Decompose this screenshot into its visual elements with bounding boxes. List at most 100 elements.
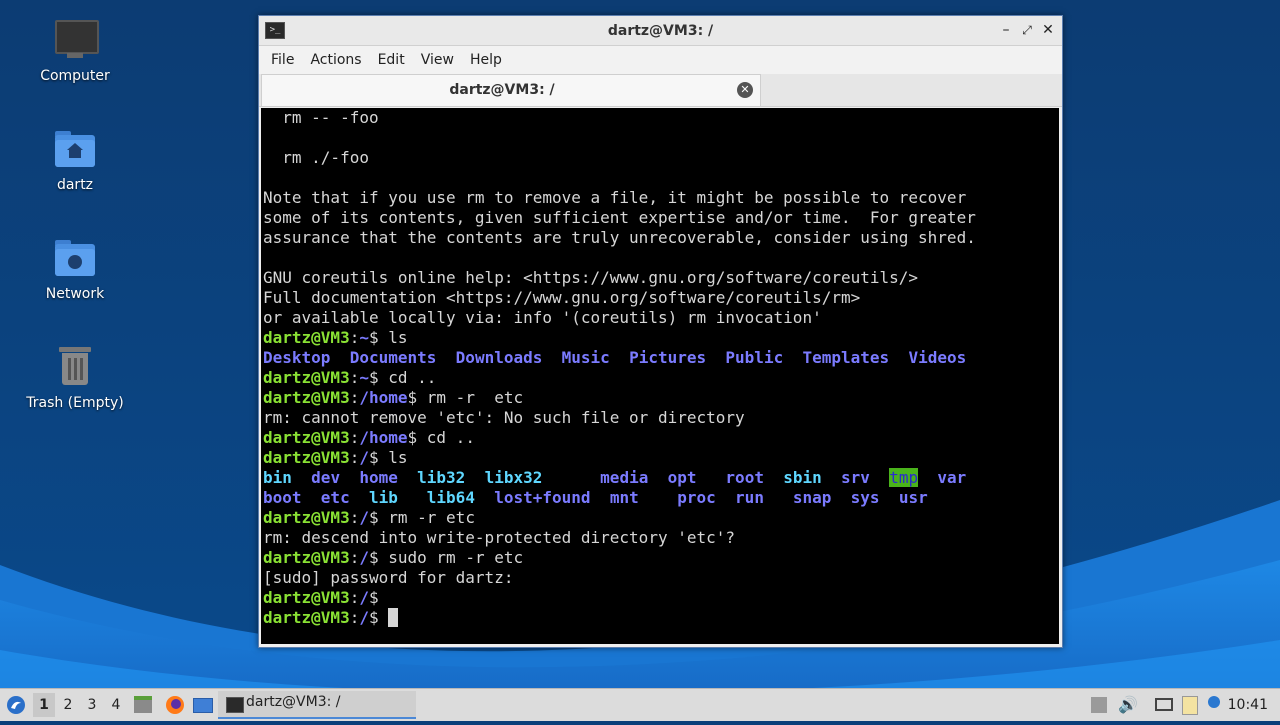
menu-file[interactable]: File bbox=[263, 52, 302, 68]
terminal-segment: mnt bbox=[609, 488, 639, 507]
terminal-segment bbox=[465, 468, 484, 487]
desktop-icon-trash[interactable]: Trash (Empty) bbox=[20, 345, 130, 411]
terminal-segment: dartz@VM3 bbox=[263, 368, 350, 387]
terminal-segment: ~ bbox=[359, 368, 369, 387]
terminal-segment: : bbox=[349, 428, 360, 447]
home-folder-icon bbox=[53, 127, 97, 171]
desktop-icon-dartz[interactable]: dartz bbox=[20, 127, 130, 193]
terminal-window[interactable]: >_ dartz@VM3: / – ⤢ ✕ File Actions Edit … bbox=[258, 15, 1063, 648]
terminal-segment bbox=[610, 348, 629, 367]
terminal-segment bbox=[716, 488, 735, 507]
app-menu-button[interactable] bbox=[5, 693, 27, 717]
desktop-icon bbox=[193, 698, 213, 713]
terminal-segment: / bbox=[359, 548, 369, 567]
terminal-segment: tmp bbox=[889, 468, 919, 487]
terminal-segment: $ rm -r etc bbox=[368, 508, 475, 527]
terminal-text: rm -- -foo rm ./-foo Note that if you use… bbox=[261, 108, 1059, 628]
maximize-button[interactable]: ⤢ bbox=[1017, 20, 1037, 40]
terminal-segment: $ ls bbox=[368, 328, 408, 347]
terminal-line: dartz@VM3:/home$ rm -r etc bbox=[263, 388, 1059, 408]
terminal-segment bbox=[542, 468, 600, 487]
desktop-icon-label: dartz bbox=[56, 177, 94, 193]
terminal-segment: opt bbox=[667, 468, 697, 487]
close-button[interactable]: ✕ bbox=[1038, 20, 1058, 40]
notification-icon bbox=[1208, 696, 1220, 708]
file-manager-launcher[interactable] bbox=[134, 693, 154, 717]
terminal-segment: Pictures bbox=[629, 348, 707, 367]
terminal-segment: dartz@VM3 bbox=[263, 388, 350, 407]
terminal-segment: Desktop bbox=[263, 348, 331, 367]
desktop-icon-computer[interactable]: Computer bbox=[20, 18, 130, 84]
terminal-segment: Downloads bbox=[455, 348, 543, 367]
desktop-icon-label: Computer bbox=[40, 68, 110, 84]
desktop-icon-network[interactable]: Network bbox=[20, 236, 130, 302]
terminal-segment bbox=[542, 348, 561, 367]
terminal-segment: dartz@VM3 bbox=[263, 548, 350, 567]
tray-up-arrow[interactable] bbox=[1091, 693, 1109, 717]
terminal-app-icon[interactable]: >_ bbox=[265, 22, 285, 39]
terminal-segment: some of its contents, given sufficient e… bbox=[263, 208, 976, 227]
menu-view[interactable]: View bbox=[413, 52, 462, 68]
terminal-segment: var bbox=[937, 468, 967, 487]
terminal-segment: home bbox=[359, 468, 398, 487]
firefox-launcher[interactable] bbox=[164, 693, 186, 717]
terminal-segment: srv bbox=[841, 468, 870, 487]
tab-close-icon[interactable]: ✕ bbox=[737, 82, 753, 98]
terminal-segment: lost+found bbox=[494, 488, 591, 507]
terminal-output[interactable]: rm -- -foo rm ./-foo Note that if you use… bbox=[261, 108, 1059, 644]
terminal-line: some of its contents, given sufficient e… bbox=[263, 208, 1059, 228]
clock[interactable]: 10:41 bbox=[1228, 693, 1268, 717]
terminal-segment: rm: descend into write-protected directo… bbox=[263, 528, 736, 547]
tab-label: dartz@VM3: / bbox=[449, 82, 555, 98]
terminal-segment bbox=[706, 348, 725, 367]
clipboard-button[interactable] bbox=[1182, 693, 1202, 717]
workspace-2[interactable]: 2 bbox=[57, 693, 79, 717]
terminal-segment: : bbox=[349, 388, 360, 407]
menu-help[interactable]: Help bbox=[462, 52, 510, 68]
volume-button[interactable]: 🔊 bbox=[1118, 693, 1138, 717]
trash-icon bbox=[53, 345, 97, 389]
terminal-segment: : bbox=[349, 608, 360, 627]
terminal-segment: : bbox=[349, 368, 360, 387]
terminal-segment: /home bbox=[359, 388, 408, 407]
workspace-4[interactable]: 4 bbox=[105, 693, 127, 717]
terminal-segment bbox=[292, 468, 311, 487]
terminal-segment: /home bbox=[359, 428, 408, 447]
network-status[interactable] bbox=[1155, 693, 1175, 717]
computer-icon bbox=[53, 18, 99, 62]
start-menu-icon bbox=[7, 696, 25, 714]
terminal-segment: sbin bbox=[783, 468, 822, 487]
network-status-icon bbox=[1155, 698, 1173, 711]
terminal-segment: : bbox=[349, 448, 360, 467]
terminal-segment bbox=[350, 488, 369, 507]
menu-actions[interactable]: Actions bbox=[302, 52, 369, 68]
terminal-segment bbox=[398, 488, 427, 507]
taskbar-task-terminal[interactable]: dartz@VM3: / bbox=[218, 691, 416, 719]
menu-edit[interactable]: Edit bbox=[370, 52, 413, 68]
terminal-segment: Videos bbox=[908, 348, 967, 367]
terminal-segment: $ cd .. bbox=[407, 428, 475, 447]
task-label: dartz@VM3: / bbox=[246, 694, 341, 710]
terminal-segment: Note that if you use rm to remove a file… bbox=[263, 188, 967, 207]
terminal-line: assurance that the contents are truly un… bbox=[263, 228, 1059, 248]
terminal-segment: ~ bbox=[359, 328, 369, 347]
terminal-segment bbox=[764, 468, 783, 487]
terminal-line: boot etc lib lib64 lost+found mnt proc r… bbox=[263, 488, 1059, 508]
terminal-segment: Full documentation <https://www.gnu.org/… bbox=[263, 288, 861, 307]
workspace-3[interactable]: 3 bbox=[81, 693, 103, 717]
terminal-line: rm: descend into write-protected directo… bbox=[263, 528, 1059, 548]
terminal-segment: Templates bbox=[802, 348, 890, 367]
notification-button[interactable] bbox=[1208, 693, 1228, 717]
minimize-button[interactable]: – bbox=[996, 20, 1016, 40]
terminal-segment: etc bbox=[320, 488, 350, 507]
terminal-line: dartz@VM3:/$ bbox=[263, 608, 1059, 628]
window-titlebar[interactable]: >_ dartz@VM3: / – ⤢ ✕ bbox=[259, 16, 1062, 46]
workspace-1[interactable]: 1 bbox=[33, 693, 55, 717]
firefox-icon bbox=[166, 696, 184, 714]
terminal-cursor bbox=[388, 608, 398, 627]
show-desktop-launcher[interactable] bbox=[193, 693, 215, 717]
terminal-segment: $ rm -r etc bbox=[407, 388, 524, 407]
terminal-segment bbox=[697, 468, 726, 487]
tab-terminal[interactable]: dartz@VM3: / ✕ bbox=[261, 74, 761, 106]
